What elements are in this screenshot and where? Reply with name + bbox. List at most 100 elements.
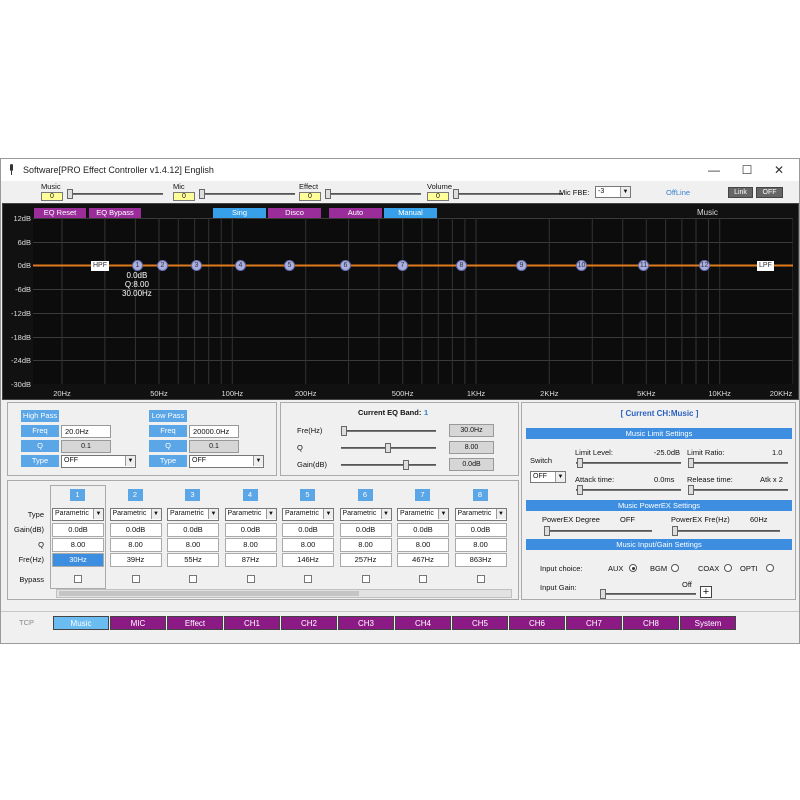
slider-track-1[interactable] [199, 193, 295, 195]
band-number-1[interactable]: 1 [70, 489, 85, 501]
band-gain-field-7[interactable]: 0.0dB [397, 523, 449, 537]
hp-q-field[interactable]: 0.1 [61, 440, 111, 453]
band-bypass-checkbox-3[interactable] [189, 575, 197, 583]
band-type-select-2[interactable]: Parametric ▼ [109, 508, 162, 521]
disco-button[interactable]: Disco [268, 208, 321, 218]
input-gain-plus-button[interactable]: + [700, 586, 712, 598]
band-bypass-checkbox-5[interactable] [304, 575, 312, 583]
band-number-8[interactable]: 8 [472, 489, 488, 501]
band-freq-field-1[interactable]: 30Hz [52, 553, 104, 567]
powerex-fre-thumb[interactable] [672, 526, 678, 536]
band-type-select-3[interactable]: Parametric ▼ [167, 508, 219, 521]
slider-thumb-0[interactable] [67, 189, 73, 199]
band-number-4[interactable]: 4 [242, 489, 258, 501]
tab-ch1[interactable]: CH1 [224, 616, 280, 630]
eq-band-node-6[interactable]: 6 [340, 259, 351, 271]
band-freq-field-2[interactable]: 39Hz [109, 553, 162, 567]
band-bypass-checkbox-4[interactable] [246, 575, 255, 583]
band-freq-field-7[interactable]: 467Hz [397, 553, 449, 567]
lp-q-field[interactable]: 0.1 [189, 440, 239, 453]
sing-button[interactable]: Sing [213, 208, 266, 218]
band-bypass-checkbox-1[interactable] [74, 575, 82, 583]
hpf-marker[interactable]: HPF [91, 260, 109, 271]
eq-band-node-9[interactable]: 9 [516, 259, 527, 271]
attack-slider[interactable] [576, 489, 681, 491]
eq-bypass-button[interactable]: EQ Bypass [89, 208, 141, 218]
limit-level-thumb[interactable] [577, 458, 583, 468]
close-button[interactable]: ✕ [764, 162, 794, 178]
manual-button[interactable]: Manual [384, 208, 437, 218]
tab-ch6[interactable]: CH6 [509, 616, 565, 630]
band-type-select-5[interactable]: Parametric ▼ [282, 508, 334, 521]
current-band-slider-0[interactable] [341, 430, 436, 432]
off-button[interactable]: OFF [756, 187, 783, 198]
link-button[interactable]: Link [728, 187, 753, 198]
tab-ch2[interactable]: CH2 [281, 616, 337, 630]
eq-band-node-7[interactable]: 7 [397, 259, 408, 271]
input-gain-slider[interactable] [600, 593, 696, 595]
input-choice-radio-coax[interactable] [723, 564, 732, 572]
switch-select[interactable]: OFF ▼ [530, 471, 566, 483]
limit-ratio-slider[interactable] [688, 462, 788, 464]
current-band-thumb-2[interactable] [403, 460, 409, 470]
band-gain-field-8[interactable]: 0.0dB [454, 523, 507, 537]
current-band-slider-2[interactable] [341, 464, 436, 466]
mic-fbe-select[interactable]: -3 ▼ [595, 186, 631, 198]
band-number-5[interactable]: 5 [300, 489, 315, 501]
tab-ch4[interactable]: CH4 [395, 616, 451, 630]
current-band-thumb-1[interactable] [385, 443, 391, 453]
input-choice-radio-bgm[interactable] [670, 564, 679, 572]
eq-reset-button[interactable]: EQ Reset [34, 208, 86, 218]
eq-band-node-2[interactable]: 2 [157, 259, 168, 271]
attack-thumb[interactable] [577, 485, 583, 495]
band-gain-field-3[interactable]: 0.0dB [167, 523, 219, 537]
tab-effect[interactable]: Effect [167, 616, 223, 630]
band-freq-field-4[interactable]: 87Hz [224, 553, 277, 567]
eq-band-node-11[interactable]: 11 [638, 259, 649, 271]
band-bypass-checkbox-7[interactable] [419, 575, 427, 583]
current-band-thumb-0[interactable] [341, 426, 347, 436]
band-freq-field-5[interactable]: 146Hz [282, 553, 334, 567]
maximize-button[interactable]: ☐ [732, 162, 762, 178]
band-number-7[interactable]: 7 [415, 489, 430, 501]
band-gain-field-4[interactable]: 0.0dB [224, 523, 277, 537]
band-bypass-checkbox-6[interactable] [361, 575, 370, 583]
auto-button[interactable]: Auto [329, 208, 382, 218]
slider-thumb-2[interactable] [325, 189, 331, 199]
hp-freq-field[interactable]: 20.0Hz [61, 425, 111, 438]
tab-ch3[interactable]: CH3 [338, 616, 394, 630]
tab-ch7[interactable]: CH7 [566, 616, 622, 630]
band-number-6[interactable]: 6 [357, 489, 373, 501]
slider-thumb-3[interactable] [453, 189, 459, 199]
band-type-select-7[interactable]: Parametric ▼ [397, 508, 449, 521]
lpf-marker[interactable]: LPF [757, 260, 774, 271]
tab-music[interactable]: Music [53, 616, 109, 630]
tab-ch5[interactable]: CH5 [452, 616, 508, 630]
band-gain-field-6[interactable]: 0.0dB [339, 523, 392, 537]
band-gain-field-5[interactable]: 0.0dB [282, 523, 334, 537]
release-thumb[interactable] [688, 485, 694, 495]
tab-system[interactable]: System [680, 616, 736, 630]
band-q-field-5[interactable]: 8.00 [282, 538, 334, 552]
bands-scrollbar[interactable] [56, 589, 512, 598]
band-bypass-checkbox-2[interactable] [131, 575, 140, 583]
slider-track-2[interactable] [325, 193, 421, 195]
minimize-button[interactable]: — [699, 162, 729, 178]
slider-track-3[interactable] [453, 193, 563, 195]
input-gain-thumb[interactable] [600, 589, 606, 599]
tab-mic[interactable]: MIC [110, 616, 166, 630]
tab-ch8[interactable]: CH8 [623, 616, 679, 630]
release-slider[interactable] [688, 489, 788, 491]
band-type-select-6[interactable]: Parametric ▼ [339, 508, 392, 521]
band-gain-field-2[interactable]: 0.0dB [109, 523, 162, 537]
scrollbar-thumb[interactable] [59, 591, 359, 596]
eq-band-node-3[interactable]: 3 [191, 259, 202, 271]
band-q-field-4[interactable]: 8.00 [224, 538, 277, 552]
band-gain-field-1[interactable]: 0.0dB [52, 523, 104, 537]
band-freq-field-3[interactable]: 55Hz [167, 553, 219, 567]
powerex-fre-slider[interactable] [672, 530, 780, 532]
band-type-select-4[interactable]: Parametric ▼ [224, 508, 277, 521]
powerex-degree-thumb[interactable] [544, 526, 550, 536]
slider-track-0[interactable] [67, 193, 163, 195]
band-number-2[interactable]: 2 [127, 489, 143, 501]
